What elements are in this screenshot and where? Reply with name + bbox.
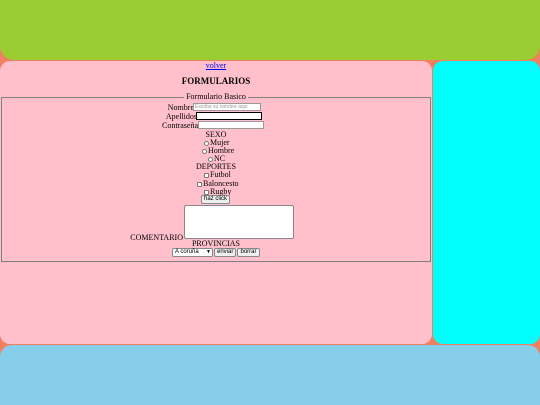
- select-value: A coruña: [175, 249, 199, 255]
- sidebar: [433, 61, 540, 344]
- apellidos-input[interactable]: [196, 112, 262, 120]
- page-title: FORMULARIOS: [181, 76, 251, 86]
- page-footer: [0, 345, 540, 405]
- main-section: volver FORMULARIOS Formulario Basico Nom…: [0, 61, 432, 344]
- provincias-select[interactable]: A coruña ▼: [172, 248, 213, 257]
- radio-circle-icon[interactable]: [208, 156, 213, 162]
- checkbox-icon[interactable]: [204, 172, 209, 178]
- nombre-input[interactable]: Escriba su nombre aqui: [193, 103, 261, 111]
- provincias-heading: PROVINCIAS: [191, 239, 240, 248]
- apellidos-label: Apellidos: [165, 112, 197, 121]
- check-futbol[interactable]: Futbol: [204, 170, 231, 179]
- contrasena-input[interactable]: [198, 121, 264, 129]
- borrar-button[interactable]: borrar: [237, 248, 260, 257]
- checkbox-icon[interactable]: [204, 189, 209, 195]
- page-header: [0, 0, 540, 60]
- volver-link[interactable]: volver: [0, 61, 432, 70]
- comentario-textarea[interactable]: [184, 205, 294, 239]
- checkbox-icon[interactable]: [197, 181, 202, 187]
- checkbox-label: Futbol: [210, 170, 231, 179]
- haz-click-button[interactable]: haz click: [201, 195, 230, 204]
- radio-circle-icon[interactable]: [204, 140, 209, 146]
- enviar-button[interactable]: enviar: [214, 248, 236, 257]
- contrasena-label: Contraseña: [162, 121, 198, 130]
- chevron-down-icon: ▼: [206, 249, 211, 255]
- form-legend: Formulario Basico: [186, 92, 246, 101]
- nombre-label: Nombre: [167, 103, 194, 112]
- radio-circle-icon[interactable]: [202, 148, 207, 154]
